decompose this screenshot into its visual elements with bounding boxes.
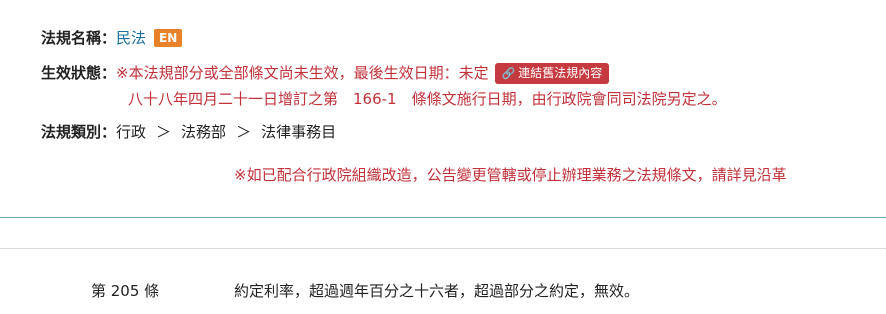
article-number[interactable]: 第 205 條 [91, 281, 159, 301]
category-crumb-ministry: 法務部 [181, 123, 227, 141]
breadcrumb-separator: ＞ [156, 123, 172, 141]
law-name-label: 法規名稱： [41, 29, 117, 47]
article-text: 約定利率，超過週年百分之十六者，超過部分之約定，無效。 [234, 282, 640, 300]
effective-status-row: 生效狀態：※本法規部分或全部條文尚未生效，最後生效日期：未定 🔗 連結舊法規內容 [41, 63, 610, 84]
category-crumb-administration: 行政 [116, 123, 147, 141]
effective-status-text: ※本法規部分或全部條文尚未生效，最後生效日期：未定 [116, 64, 489, 82]
old-law-link-button[interactable]: 🔗 連結舊法規內容 [494, 63, 610, 84]
reorganization-notice: ※如已配合行政院組織改造，公告變更管轄或停止辦理業務之法規條文，請詳見沿革 [234, 166, 787, 184]
section-divider [0, 248, 886, 249]
effective-status-label: 生效狀態： [41, 64, 117, 82]
breadcrumb-separator: ＞ [236, 123, 252, 141]
old-law-link-label: 連結舊法規內容 [518, 66, 603, 80]
law-category-row: 法規類別：行政 ＞ 法務部 ＞ 法律事務目 [41, 122, 336, 142]
english-version-button[interactable]: EN [154, 29, 183, 47]
link-icon: 🔗 [501, 67, 516, 80]
law-name-row: 法規名稱：民法 EN [41, 28, 183, 48]
effective-status-note: 八十八年四月二十一日增訂之第 166-1 條條文施行日期，由行政院會同司法院另定… [128, 90, 727, 108]
category-crumb-legal-affairs: 法律事務目 [261, 123, 337, 141]
law-info-panel: 法規名稱：民法 EN 生效狀態：※本法規部分或全部條文尚未生效，最後生效日期：未定… [0, 0, 886, 218]
law-category-label: 法規類別： [41, 123, 117, 141]
law-name-link[interactable]: 民法 [116, 29, 146, 47]
